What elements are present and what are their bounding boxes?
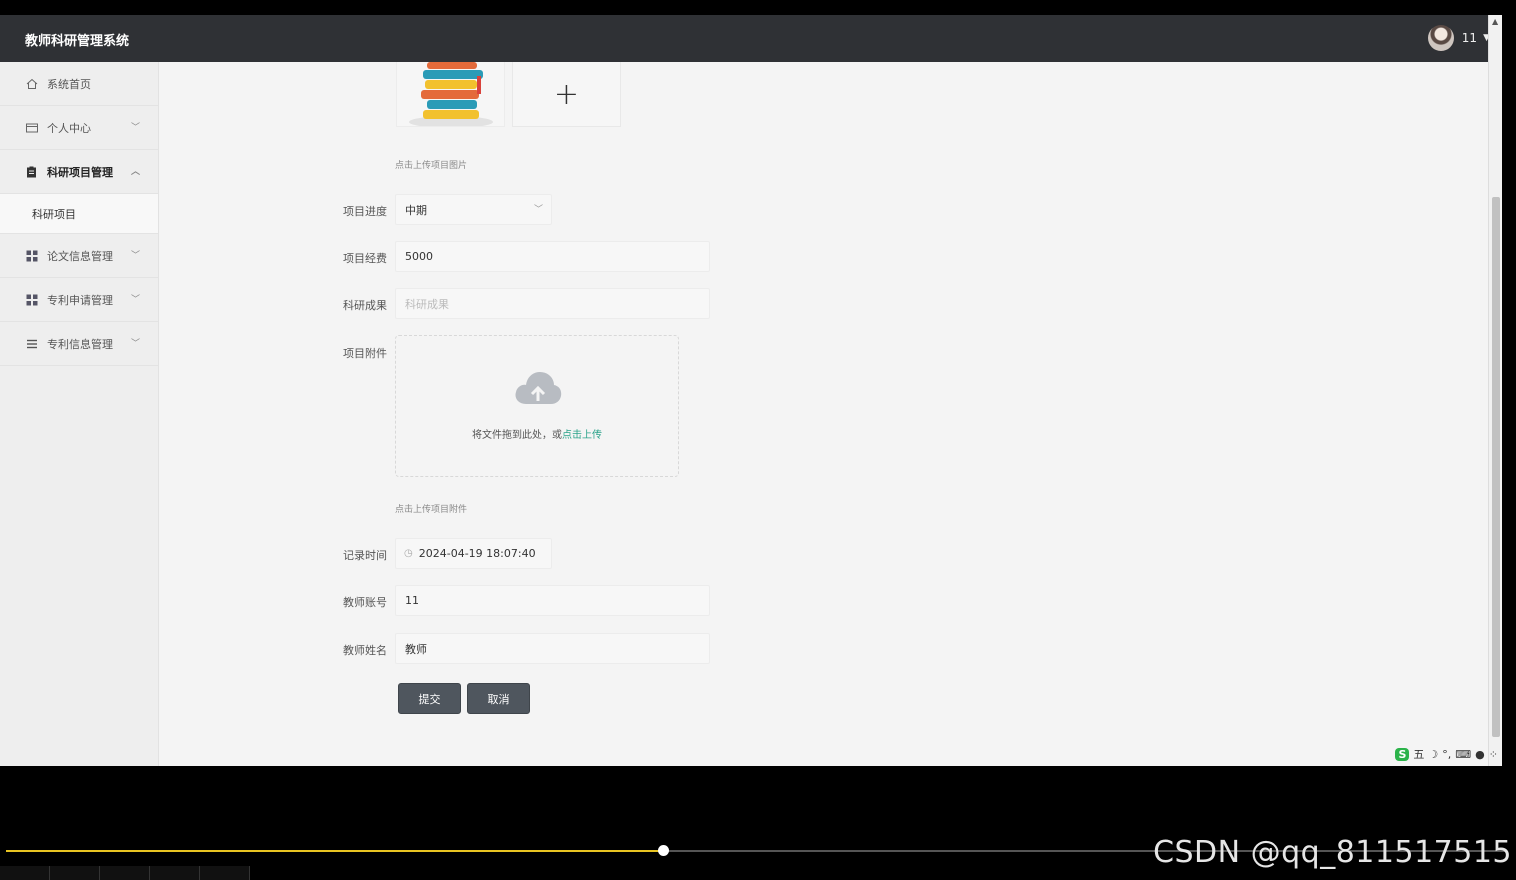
main-form: + 点击上传项目图片 项目进度 中期 ﹀ 项目经费 5000 科研成果 科研成果… — [160, 62, 1502, 766]
thumb-segment — [200, 866, 250, 880]
user-name: 11 — [1461, 31, 1478, 45]
app-window: 教师科研管理系统 11 ▼ 系统首页 个人中心 ﹀ 科研项目管理 ︿ 科研项目 … — [0, 15, 1502, 766]
sidebar-item-label: 专利申请管理 — [47, 293, 113, 307]
user-icon[interactable]: ● — [1475, 748, 1485, 761]
sidebar-item-patent-apply[interactable]: 专利申请管理 ﹀ — [0, 278, 158, 322]
teacher-account-label: 教师账号 — [343, 596, 387, 609]
sidebar-item-label: 系统首页 — [47, 77, 91, 91]
sidebar-item-label: 个人中心 — [47, 121, 91, 135]
punctuation-icon[interactable]: °, — [1442, 748, 1451, 761]
achievement-label: 科研成果 — [343, 299, 387, 312]
id-card-icon — [25, 121, 38, 134]
sidebar-item-label: 论文信息管理 — [47, 249, 113, 263]
sidebar-item-research-projects[interactable]: 科研项目管理 ︿ — [0, 150, 158, 194]
vertical-scrollbar[interactable]: ▲ — [1488, 15, 1502, 766]
progress-value: 中期 — [405, 203, 427, 217]
app-title: 教师科研管理系统 — [25, 34, 130, 49]
sidebar-item-papers[interactable]: 论文信息管理 ﹀ — [0, 234, 158, 278]
avatar[interactable] — [1427, 25, 1454, 51]
teacher-account-input[interactable]: 11 — [395, 585, 710, 616]
attachment-upload-tip: 点击上传项目附件 — [395, 505, 468, 515]
cancel-button[interactable]: 取消 — [467, 683, 530, 714]
funding-label: 项目经费 — [343, 252, 387, 265]
attachment-label: 项目附件 — [343, 347, 387, 360]
keyboard-icon[interactable]: ⌨ — [1455, 748, 1471, 761]
thumb-segment — [50, 866, 100, 880]
sidebar-item-label: 专利信息管理 — [47, 337, 113, 351]
clock-icon: ◷ — [404, 548, 413, 559]
thumb-segment — [100, 866, 150, 880]
chevron-up-icon: ︿ — [130, 167, 140, 177]
grid-icon — [25, 293, 38, 306]
moon-icon[interactable]: ☽ — [1428, 748, 1438, 761]
grid-icon — [25, 249, 38, 262]
sidebar-item-profile[interactable]: 个人中心 ﹀ — [0, 106, 158, 150]
top-bar: 教师科研管理系统 11 ▼ — [0, 15, 1502, 62]
attachment-dropzone[interactable]: 将文件拖到此处，或点击上传 — [395, 335, 679, 477]
chevron-down-icon: ﹀ — [130, 123, 140, 133]
dropzone-text: 将文件拖到此处，或点击上传 — [396, 426, 678, 441]
sidebar-item-label: 科研项目管理 — [47, 165, 113, 179]
teacher-name-input[interactable]: 教师 — [395, 633, 710, 664]
scroll-thumb[interactable] — [1492, 197, 1500, 737]
achievement-input[interactable]: 科研成果 — [395, 288, 710, 319]
scroll-up-icon[interactable]: ▲ — [1492, 17, 1498, 26]
list-icon — [25, 337, 38, 350]
clipboard-icon — [25, 165, 38, 178]
video-progress-fill — [6, 850, 663, 852]
chevron-down-icon: ﹀ — [533, 205, 543, 215]
thumb-segment — [0, 866, 50, 880]
apps-icon[interactable]: ⁘ — [1489, 748, 1498, 761]
sidebar-subitem-research-project[interactable]: 科研项目 — [0, 194, 158, 234]
cloud-upload-icon — [515, 372, 562, 404]
submit-button[interactable]: 提交 — [398, 683, 461, 714]
video-progress-knob[interactable] — [658, 845, 669, 856]
chevron-down-icon: ﹀ — [130, 339, 140, 349]
add-image-button[interactable]: + — [512, 62, 621, 127]
record-time-value: 2024-04-19 18:07:40 — [418, 547, 536, 560]
ime-logo[interactable]: S — [1395, 747, 1410, 761]
progress-label: 项目进度 — [343, 205, 387, 218]
dropzone-instruction: 将文件拖到此处，或 — [472, 430, 562, 441]
chevron-down-icon: ﹀ — [130, 295, 140, 305]
funding-input[interactable]: 5000 — [395, 241, 710, 272]
record-time-label: 记录时间 — [343, 549, 387, 562]
ime-toolbar: S 五 ☽ °, ⌨ ● ⁘ — [1391, 746, 1498, 762]
chevron-down-icon: ﹀ — [130, 251, 140, 261]
thumb-segment — [150, 866, 200, 880]
watermark: CSDN @qq_811517515 — [1153, 835, 1512, 870]
ime-mode[interactable]: 五 — [1413, 746, 1424, 762]
upload-link[interactable]: 点击上传 — [562, 430, 602, 441]
project-image-thumbnail[interactable] — [396, 62, 505, 127]
teacher-name-label: 教师姓名 — [343, 644, 387, 657]
sidebar: 系统首页 个人中心 ﹀ 科研项目管理 ︿ 科研项目 论文信息管理 ﹀ 专利申请管… — [0, 62, 159, 766]
image-upload-tip: 点击上传项目图片 — [395, 161, 468, 171]
record-time-picker[interactable]: ◷ 2024-04-19 18:07:40 — [395, 538, 552, 569]
books-image — [409, 62, 493, 126]
progress-select[interactable]: 中期 ﹀ — [395, 194, 552, 225]
home-icon — [25, 77, 38, 90]
sidebar-item-home[interactable]: 系统首页 — [0, 62, 158, 106]
user-menu[interactable]: 11 ▼ — [1427, 25, 1490, 51]
video-frame: 教师科研管理系统 11 ▼ 系统首页 个人中心 ﹀ 科研项目管理 ︿ 科研项目 … — [0, 0, 1516, 880]
sidebar-item-patent-info[interactable]: 专利信息管理 ﹀ — [0, 322, 158, 366]
